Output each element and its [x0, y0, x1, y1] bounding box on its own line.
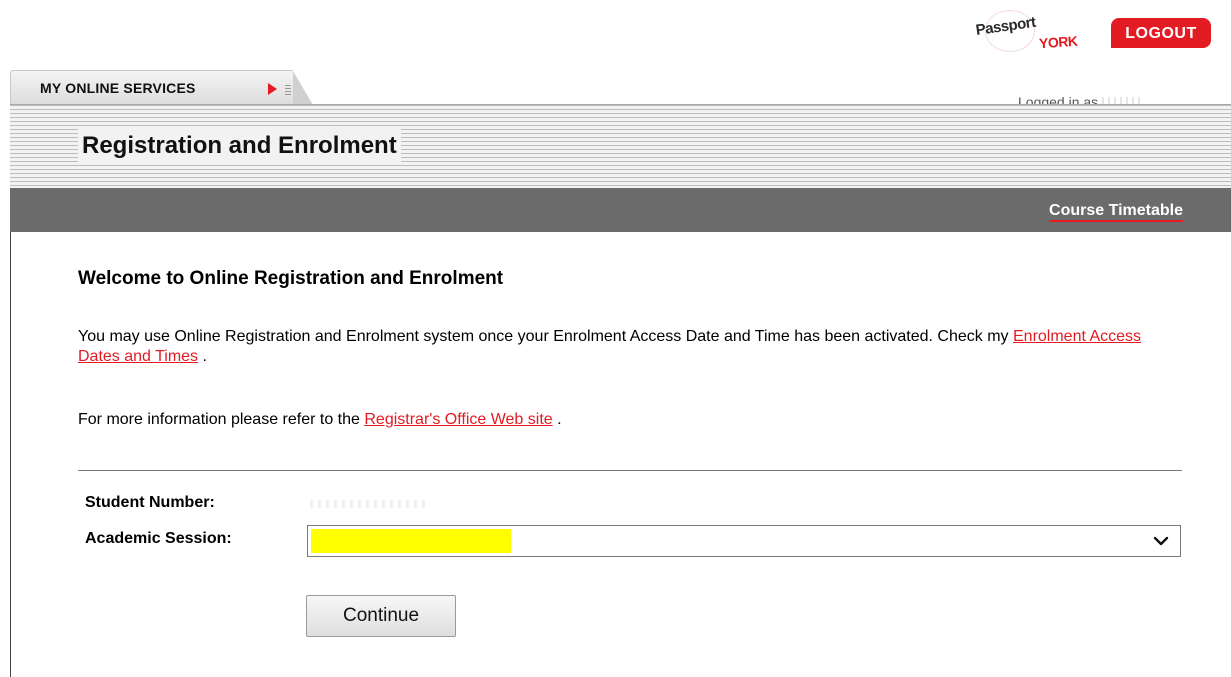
tab-my-online-services[interactable]: MY ONLINE SERVICES	[10, 70, 313, 105]
title-band: Registration and Enrolment	[10, 104, 1231, 189]
divider	[78, 470, 1182, 471]
academic-session-select[interactable]	[307, 525, 1181, 557]
intro-end: .	[202, 348, 207, 365]
info-paragraph: For more information please refer to the…	[78, 410, 1178, 430]
content-frame	[10, 232, 1231, 677]
registrars-office-link[interactable]: Registrar's Office Web site	[364, 411, 552, 428]
tab-fold	[293, 71, 313, 105]
info-end: .	[557, 411, 562, 428]
passport-york-logo: Passport YORK	[975, 10, 1097, 54]
info-text: For more information please refer to the	[78, 411, 360, 428]
continue-button[interactable]: Continue	[306, 595, 456, 637]
logout-button[interactable]: LOGOUT	[1111, 18, 1211, 48]
student-number-label: Student Number:	[85, 494, 215, 511]
grip-icon	[285, 85, 291, 97]
logo-text-york: YORK	[1038, 32, 1078, 52]
redacted-student-number	[310, 500, 430, 508]
course-timetable-link[interactable]: Course Timetable	[1049, 202, 1183, 222]
tab-label: MY ONLINE SERVICES	[40, 80, 196, 96]
triangle-right-icon	[268, 83, 277, 95]
title-background: Registration and Enrolment	[78, 129, 401, 163]
intro-text: You may use Online Registration and Enro…	[78, 328, 1009, 345]
chevron-down-icon	[1153, 536, 1169, 546]
page: Passport YORK LOGOUT MY ONLINE SERVICES …	[0, 0, 1231, 677]
selected-session-highlight	[311, 529, 511, 553]
welcome-heading: Welcome to Online Registration and Enrol…	[78, 268, 504, 289]
intro-paragraph: You may use Online Registration and Enro…	[78, 327, 1178, 367]
nav-bar: Course Timetable	[10, 188, 1231, 232]
page-title: Registration and Enrolment	[82, 132, 397, 159]
academic-session-label: Academic Session:	[85, 530, 232, 547]
